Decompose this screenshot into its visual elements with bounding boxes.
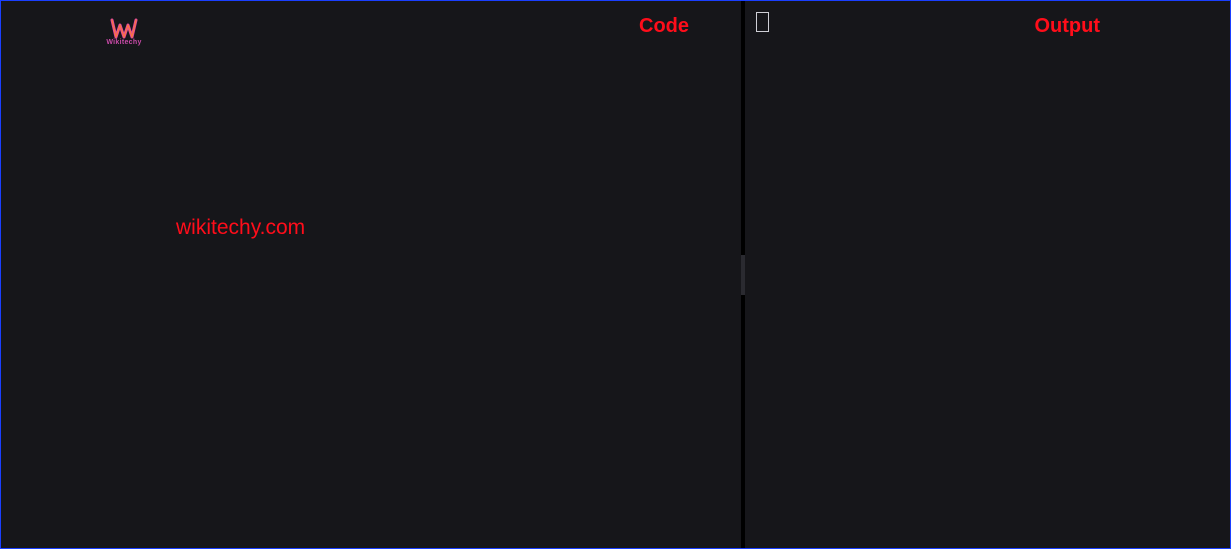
code-pane[interactable]: Wikitechy Code wikitechy.com — [1, 1, 741, 548]
output-pane[interactable]: Output — [745, 1, 1230, 548]
output-panel-title: Output — [1034, 15, 1100, 38]
split-frame: Wikitechy Code wikitechy.com Output — [0, 0, 1231, 549]
wikitechy-logo: Wikitechy — [104, 11, 144, 51]
watermark-text: wikitechy.com — [176, 216, 305, 240]
wikitechy-logo-text: Wikitechy — [106, 39, 141, 46]
empty-glyph-icon — [756, 12, 769, 32]
code-panel-title: Code — [639, 15, 689, 38]
wikitechy-logo-icon — [109, 17, 139, 41]
